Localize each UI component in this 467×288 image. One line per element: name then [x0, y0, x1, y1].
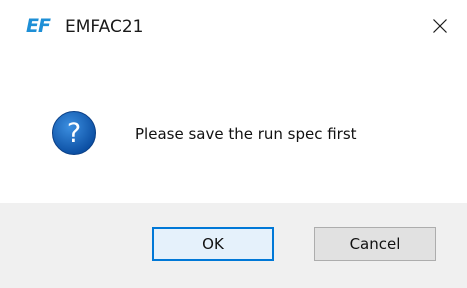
ok-button[interactable]: OK	[152, 227, 274, 261]
app-logo-icon: EF	[26, 15, 51, 37]
cancel-button[interactable]: Cancel	[314, 227, 436, 261]
message-dialog: EF EMFAC21 ? Please save the run spec fi…	[0, 0, 467, 288]
svg-text:?: ?	[67, 118, 81, 149]
close-icon	[433, 19, 447, 33]
button-bar: OK Cancel	[0, 203, 467, 288]
window-title: EMFAC21	[65, 17, 144, 37]
title-bar[interactable]: EF EMFAC21	[0, 0, 467, 58]
question-icon: ?	[52, 111, 96, 155]
dialog-content: ? Please save the run spec first	[0, 58, 467, 203]
close-button[interactable]	[420, 8, 460, 44]
dialog-message: Please save the run spec first	[135, 125, 357, 143]
